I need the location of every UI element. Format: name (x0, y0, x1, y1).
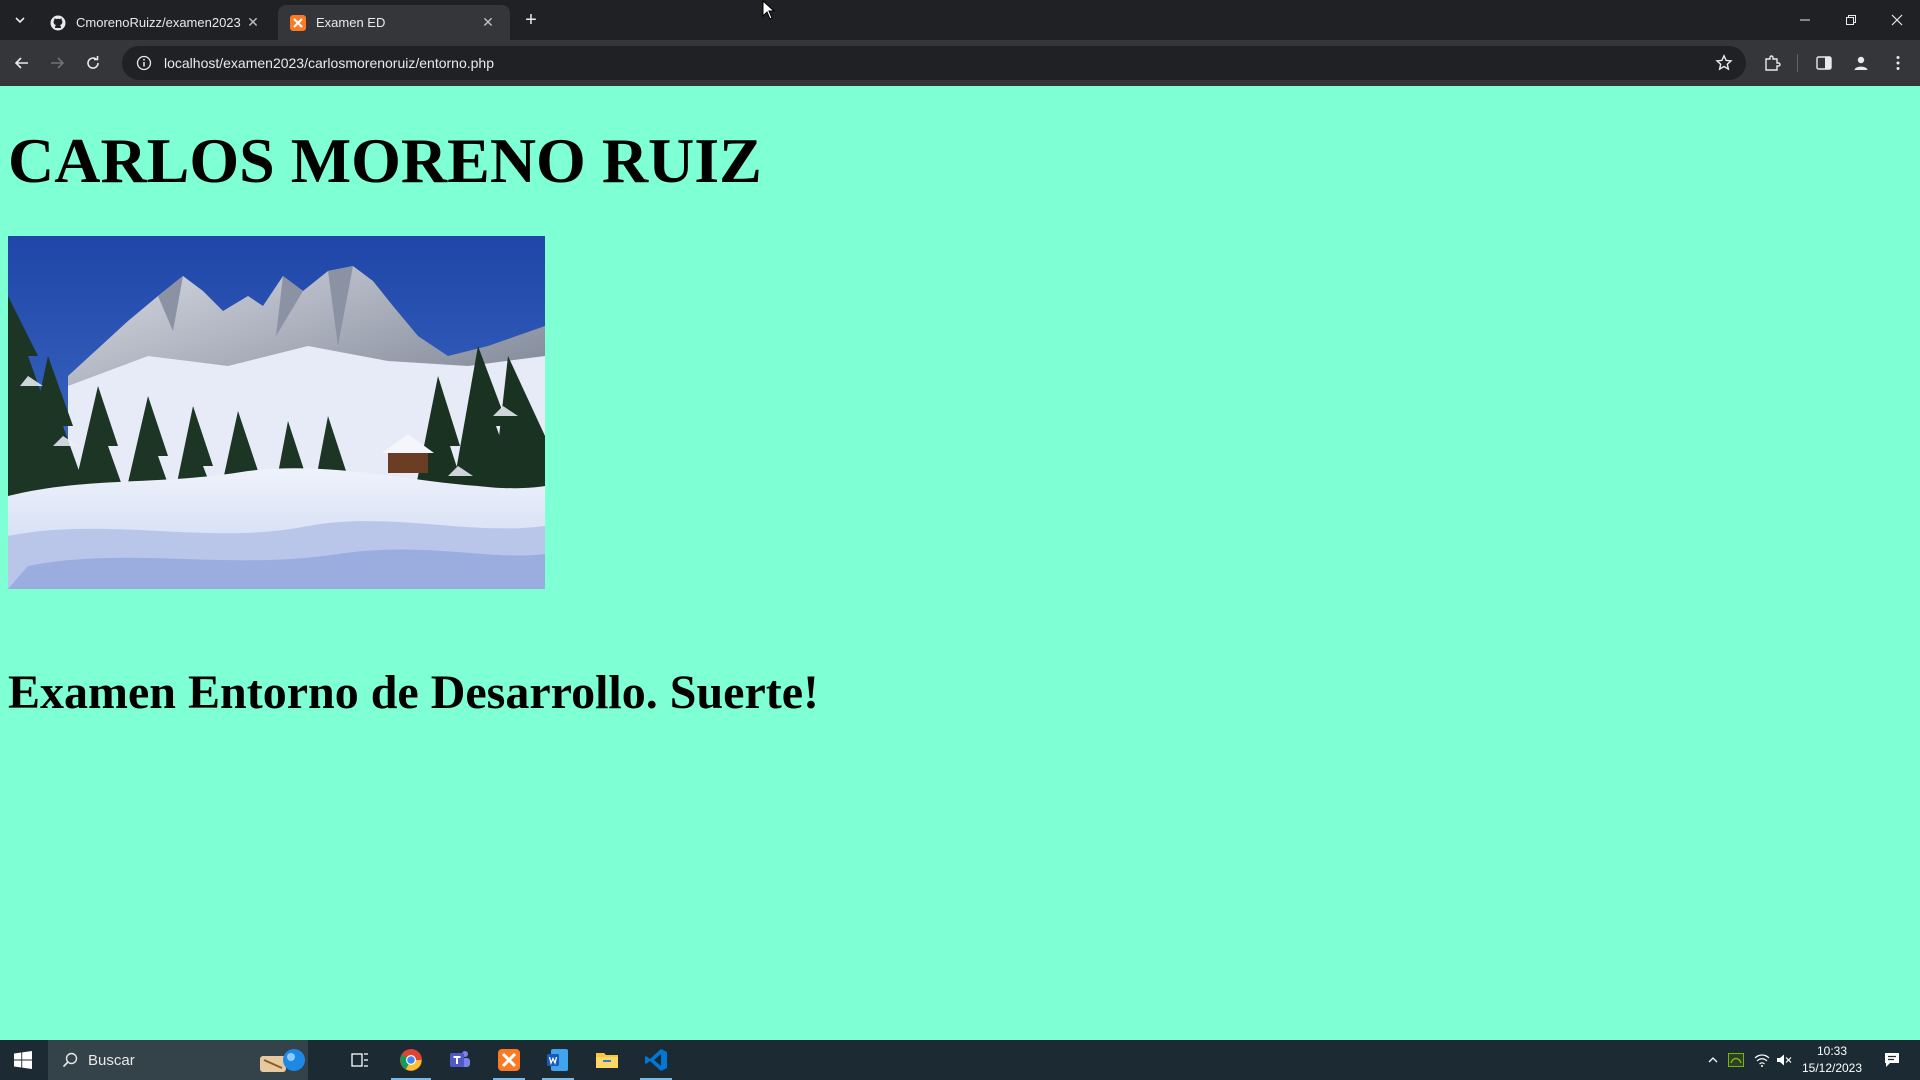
tab-search-button[interactable] (6, 8, 34, 32)
bookmark-star-icon[interactable] (1714, 53, 1734, 73)
puzzle-icon (1765, 55, 1781, 71)
address-bar[interactable]: localhost/examen2023/carlosmorenoruiz/en… (122, 46, 1746, 80)
word-icon[interactable] (534, 1040, 582, 1080)
taskbar-clock[interactable]: 10:33 15/12/2023 (1792, 1043, 1872, 1077)
menu-button[interactable] (1885, 50, 1911, 76)
search-highlight-icon (258, 1046, 306, 1080)
clock-time: 10:33 (1816, 1044, 1848, 1058)
nvidia-tray-icon[interactable] (1724, 1040, 1748, 1080)
page-subtitle: Examen Entorno de Desarrollo. Suerte! (8, 666, 820, 719)
close-icon[interactable]: ✕ (478, 13, 498, 33)
teams-icon[interactable] (436, 1040, 484, 1080)
tab-title: CmorenoRuizz/examen2023 (76, 15, 241, 30)
side-panel-icon (1816, 56, 1832, 70)
web-page: CARLOS MORENO RUIZ Examen Entorno de Des… (0, 86, 1920, 1040)
search-icon (62, 1052, 78, 1068)
more-vertical-icon (1896, 56, 1900, 70)
browser-toolbar: localhost/examen2023/carlosmorenoruiz/en… (0, 40, 1920, 86)
forward-button[interactable] (43, 49, 71, 77)
notifications-button[interactable] (1872, 1040, 1912, 1080)
taskbar-search-box[interactable]: Buscar (48, 1040, 308, 1080)
tab-examen-ed[interactable]: Examen ED ✕ (278, 5, 510, 40)
tab-title: Examen ED (316, 15, 386, 30)
toolbar-divider (1797, 54, 1798, 72)
back-button[interactable] (8, 49, 36, 77)
reload-button[interactable] (79, 49, 107, 77)
windows-logo-icon (14, 1051, 32, 1069)
close-window-button[interactable] (1874, 0, 1920, 40)
close-icon (1891, 14, 1903, 26)
reload-icon (87, 56, 99, 69)
url-text[interactable]: localhost/examen2023/carlosmorenoruiz/en… (164, 55, 494, 71)
start-button[interactable] (0, 1040, 46, 1080)
snowy-mountain-landscape-image (8, 236, 545, 589)
arrow-left-icon (14, 57, 28, 69)
minimize-button[interactable] (1782, 0, 1828, 40)
task-view-icon[interactable] (336, 1040, 384, 1080)
clock-date: 15/12/2023 (1801, 1061, 1863, 1075)
windows-taskbar: Buscar 10:33 15/12/2023 (0, 1040, 1920, 1080)
new-tab-button[interactable]: + (518, 7, 544, 33)
xampp-icon (290, 14, 306, 31)
close-icon[interactable]: ✕ (243, 13, 263, 33)
profile-button[interactable] (1848, 50, 1874, 76)
xampp-icon[interactable] (485, 1040, 533, 1080)
chevron-up-icon[interactable] (1702, 1040, 1724, 1080)
arrow-right-icon (51, 57, 65, 69)
search-placeholder: Buscar (88, 1051, 135, 1069)
network-icon[interactable] (1750, 1040, 1774, 1080)
chrome-icon[interactable] (387, 1040, 435, 1080)
restore-button[interactable] (1828, 0, 1874, 40)
vscode-icon[interactable] (632, 1040, 680, 1080)
chevron-down-icon (15, 17, 25, 24)
side-panel-button[interactable] (1811, 50, 1837, 76)
chat-bubble-icon (1885, 1053, 1899, 1067)
restore-icon (1846, 15, 1856, 25)
page-title: CARLOS MORENO RUIZ (8, 125, 762, 196)
tab-github[interactable]: CmorenoRuizz/examen2023 ✕ (38, 5, 275, 40)
minimize-icon (1800, 19, 1810, 21)
avatar-icon (1854, 56, 1868, 70)
extensions-button[interactable] (1759, 50, 1785, 76)
file-explorer-icon[interactable] (583, 1040, 631, 1080)
tab-strip: CmorenoRuizz/examen2023 ✕ Examen ED ✕ + (0, 0, 1920, 40)
mouse-cursor-icon (762, 0, 776, 20)
site-info-icon[interactable] (128, 55, 160, 71)
github-icon (50, 15, 66, 31)
